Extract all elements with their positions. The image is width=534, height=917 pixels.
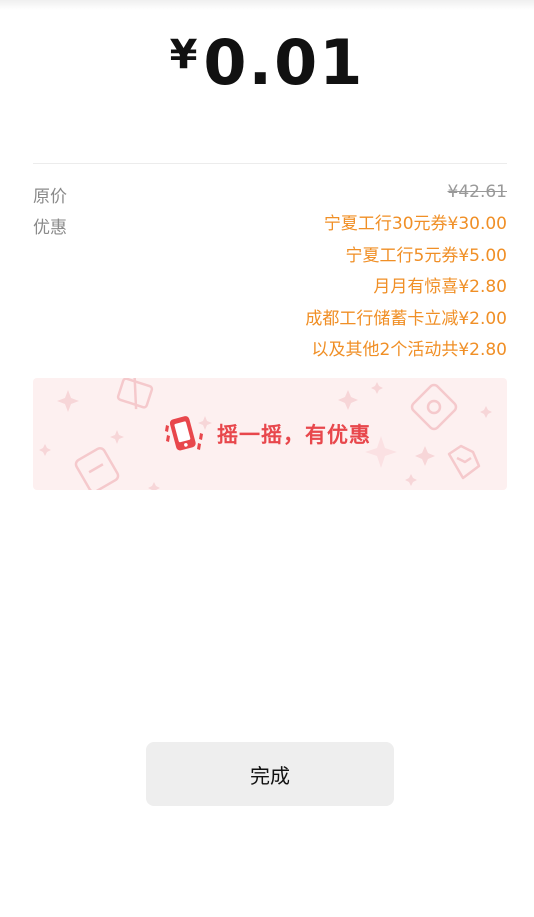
- discount-item: 宁夏工行5元券¥5.00: [345, 245, 507, 266]
- discount-label: 优惠: [33, 218, 67, 238]
- cut-off-header-text: [108, 0, 428, 4]
- shake-for-discount-banner[interactable]: 摇一摇，有优惠: [33, 378, 507, 490]
- shake-phone-icon: [165, 416, 203, 451]
- currency-symbol: ¥: [169, 32, 198, 78]
- discount-item: 月月有惊喜¥2.80: [373, 277, 507, 297]
- original-price-label: 原价: [33, 187, 67, 207]
- discount-item: 成都工行储蓄卡立减¥2.00: [305, 308, 507, 329]
- cut-off-header: [0, 0, 534, 10]
- discount-item: 宁夏工行30元券¥30.00: [323, 214, 507, 234]
- discount-list: 宁夏工行30元券¥30.00 宁夏工行5元券¥5.00 月月有惊喜¥2.80 成…: [305, 212, 507, 370]
- discount-item: 以及其他2个活动共¥2.80: [311, 340, 507, 360]
- shake-banner-text: 摇一摇，有优惠: [217, 423, 371, 447]
- payment-amount: ¥0.01: [0, 26, 534, 99]
- original-price-value: ¥42.61: [447, 182, 507, 202]
- done-button[interactable]: 完成: [146, 742, 394, 806]
- shake-content: 摇一摇，有优惠: [161, 411, 371, 457]
- divider: [33, 163, 507, 164]
- amount-value: 0.01: [203, 26, 365, 99]
